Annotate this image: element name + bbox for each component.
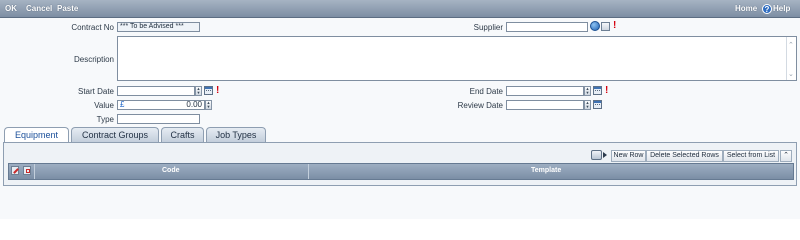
grid-delete-icon[interactable]: [23, 166, 31, 175]
contract-no-label: Contract No: [71, 23, 114, 32]
review-date-input[interactable]: [506, 100, 584, 110]
start-date-required-icon: !: [216, 85, 220, 96]
description-scrollbar[interactable]: ⌃ ⌄: [786, 37, 796, 80]
type-input[interactable]: [117, 114, 200, 124]
column-template[interactable]: Template: [531, 167, 561, 174]
description-textarea[interactable]: ⌃ ⌄: [117, 36, 797, 81]
ok-button[interactable]: OK: [5, 4, 17, 13]
start-date-spinner-icon[interactable]: ▲ ▼: [195, 86, 202, 96]
value-label: Value: [94, 101, 114, 110]
end-date-input[interactable]: [506, 86, 584, 96]
scroll-down-icon[interactable]: ⌄: [788, 70, 794, 78]
start-date-input[interactable]: [117, 86, 195, 96]
value-amount: 0.00: [186, 100, 202, 109]
tab-contract-groups[interactable]: Contract Groups: [71, 127, 159, 142]
type-label: Type: [96, 115, 114, 124]
supplier-label: Supplier: [473, 23, 503, 32]
select-from-list-button[interactable]: Select from List: [723, 150, 779, 162]
review-date-spinner-icon[interactable]: ▲ ▼: [584, 100, 591, 110]
supplier-lookup-icon[interactable]: [601, 22, 610, 31]
end-date-required-icon: !: [605, 85, 609, 96]
tab-crafts[interactable]: Crafts: [161, 127, 204, 142]
home-button[interactable]: Home: [735, 4, 757, 13]
supplier-input[interactable]: [506, 22, 588, 32]
end-date-label: End Date: [469, 87, 503, 96]
delete-selected-rows-button[interactable]: Delete Selected Rows: [646, 150, 723, 162]
collapse-icon[interactable]: ⌃: [780, 150, 792, 162]
supplier-search-icon[interactable]: [590, 21, 600, 31]
export-icon[interactable]: [591, 150, 602, 160]
export-menu-arrow-icon[interactable]: [603, 152, 607, 158]
description-label: Description: [73, 55, 114, 64]
help-button[interactable]: Help: [773, 4, 790, 13]
column-code[interactable]: Code: [162, 167, 180, 174]
grid-header: [8, 163, 794, 180]
value-input[interactable]: £ 0.00: [117, 100, 205, 110]
scroll-up-icon[interactable]: ⌃: [788, 41, 794, 49]
new-row-button[interactable]: New Row: [611, 150, 646, 162]
grid-divider: [34, 164, 35, 179]
help-icon[interactable]: ?: [762, 4, 772, 14]
currency-symbol: £: [120, 100, 125, 109]
cancel-button[interactable]: Cancel: [26, 4, 52, 13]
end-date-calendar-icon[interactable]: [593, 86, 602, 95]
supplier-required-icon: !: [613, 20, 617, 31]
start-date-calendar-icon[interactable]: [204, 86, 213, 95]
review-date-calendar-icon[interactable]: [593, 100, 602, 109]
grid-divider: [308, 164, 309, 179]
end-date-spinner-icon[interactable]: ▲ ▼: [584, 86, 591, 96]
value-spinner-icon[interactable]: ▲ ▼: [205, 100, 212, 110]
contract-no-value: *** To be Advised ***: [117, 22, 200, 32]
tab-job-types[interactable]: Job Types: [206, 127, 266, 142]
grid-edit-icon[interactable]: [11, 166, 19, 175]
tab-equipment[interactable]: Equipment: [4, 127, 69, 143]
review-date-label: Review Date: [457, 101, 503, 110]
paste-button[interactable]: Paste: [57, 4, 78, 13]
top-toolbar: [0, 0, 800, 18]
start-date-label: Start Date: [77, 87, 114, 96]
